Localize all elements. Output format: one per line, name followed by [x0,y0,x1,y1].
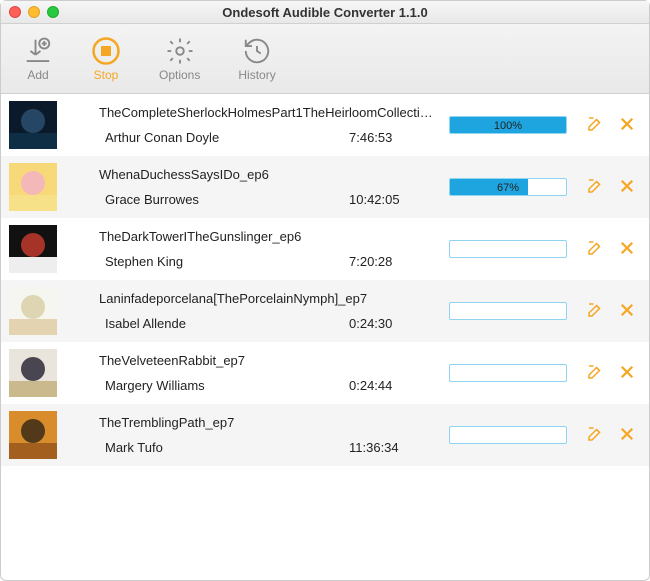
close-icon [618,239,636,260]
cover-art [9,163,57,211]
titlebar: Ondesoft Audible Converter 1.1.0 [1,1,649,24]
item-duration: 10:42:05 [349,192,400,207]
progress-label: 67% [450,179,566,196]
cover-art [9,349,57,397]
edit-button[interactable] [585,239,605,259]
list-item[interactable]: Laninfadeporcelana[ThePorcelainNymph]_ep… [1,280,649,342]
remove-button[interactable] [617,239,637,259]
list-item[interactable]: TheTremblingPath_ep7 Mark Tufo 11:36:34 [1,404,649,466]
item-author: Isabel Allende [99,316,349,331]
item-meta: TheDarkTowerITheGunslinger_ep6 Stephen K… [69,229,437,269]
progress-bar [449,426,567,444]
toolbar: Add Stop Options History [1,24,649,94]
item-duration: 11:36:34 [349,440,399,455]
add-label: Add [27,68,48,82]
cover-art [9,287,57,335]
edit-icon [586,177,604,198]
close-icon [618,177,636,198]
edit-button[interactable] [585,301,605,321]
item-meta: WhenaDuchessSaysIDo_ep6 Grace Burrowes 1… [69,167,437,207]
close-icon [618,425,636,446]
item-author: Mark Tufo [99,440,349,455]
item-title: TheVelveteenRabbit_ep7 [99,353,437,368]
list-item[interactable]: TheDarkTowerITheGunslinger_ep6 Stephen K… [1,218,649,280]
item-author: Grace Burrowes [99,192,349,207]
item-meta: TheTremblingPath_ep7 Mark Tufo 11:36:34 [69,415,437,455]
edit-button[interactable] [585,115,605,135]
cover-art [9,225,57,273]
edit-button[interactable] [585,177,605,197]
remove-button[interactable] [617,425,637,445]
item-actions [585,239,637,259]
item-title: TheCompleteSherlockHolmesPart1TheHeirloo… [99,105,437,120]
window-title: Ondesoft Audible Converter 1.1.0 [1,5,649,20]
edit-icon [586,363,604,384]
edit-icon [586,301,604,322]
edit-icon [586,239,604,260]
item-title: Laninfadeporcelana[ThePorcelainNymph]_ep… [99,291,437,306]
item-title: TheDarkTowerITheGunslinger_ep6 [99,229,437,244]
remove-button[interactable] [617,177,637,197]
progress-label: 100% [450,117,566,134]
item-author: Stephen King [99,254,349,269]
history-button[interactable]: History [238,36,275,82]
progress-bar [449,240,567,258]
remove-button[interactable] [617,363,637,383]
remove-button[interactable] [617,301,637,321]
item-actions [585,363,637,383]
list-item[interactable]: TheVelveteenRabbit_ep7 Margery Williams … [1,342,649,404]
item-title: WhenaDuchessSaysIDo_ep6 [99,167,437,182]
options-button[interactable]: Options [159,36,200,82]
history-label: History [238,68,275,82]
history-icon [242,36,272,66]
item-meta: TheCompleteSherlockHolmesPart1TheHeirloo… [69,105,437,145]
item-author: Arthur Conan Doyle [99,130,349,145]
stop-button[interactable]: Stop [91,36,121,82]
stop-icon [91,36,121,66]
item-duration: 0:24:30 [349,316,392,331]
add-button[interactable]: Add [23,36,53,82]
cover-art [9,101,57,149]
add-icon [23,36,53,66]
edit-button[interactable] [585,363,605,383]
item-meta: Laninfadeporcelana[ThePorcelainNymph]_ep… [69,291,437,331]
edit-button[interactable] [585,425,605,445]
edit-icon [586,115,604,136]
item-meta: TheVelveteenRabbit_ep7 Margery Williams … [69,353,437,393]
cover-art [9,411,57,459]
item-actions [585,115,637,135]
progress-bar [449,302,567,320]
list-item[interactable]: WhenaDuchessSaysIDo_ep6 Grace Burrowes 1… [1,156,649,218]
zoom-icon[interactable] [47,6,59,18]
progress-bar: 100% [449,116,567,134]
progress-bar: 67% [449,178,567,196]
close-icon [618,363,636,384]
minimize-icon[interactable] [28,6,40,18]
edit-icon [586,425,604,446]
item-actions [585,177,637,197]
remove-button[interactable] [617,115,637,135]
options-label: Options [159,68,200,82]
close-icon [618,301,636,322]
audiobook-list: TheCompleteSherlockHolmesPart1TheHeirloo… [1,94,649,466]
item-title: TheTremblingPath_ep7 [99,415,437,430]
stop-label: Stop [94,68,119,82]
item-actions [585,301,637,321]
close-icon[interactable] [9,6,21,18]
gear-icon [165,36,195,66]
item-duration: 0:24:44 [349,378,392,393]
item-author: Margery Williams [99,378,349,393]
list-item[interactable]: TheCompleteSherlockHolmesPart1TheHeirloo… [1,94,649,156]
window-controls [9,6,59,18]
item-duration: 7:46:53 [349,130,392,145]
item-actions [585,425,637,445]
close-icon [618,115,636,136]
progress-bar [449,364,567,382]
item-duration: 7:20:28 [349,254,392,269]
